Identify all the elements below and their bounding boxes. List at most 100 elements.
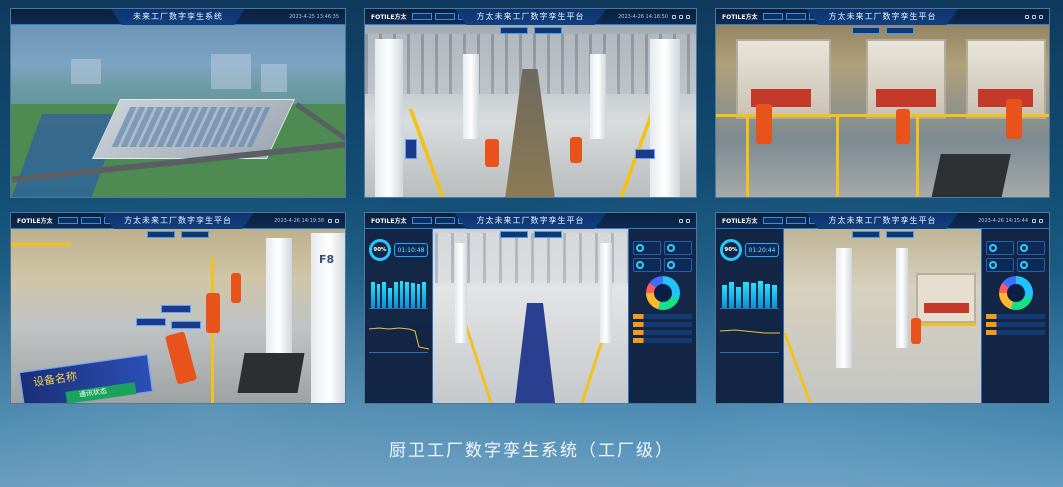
bar-mark xyxy=(376,284,381,308)
close-icon[interactable] xyxy=(686,14,690,19)
brand-logo: FOTILE方太 xyxy=(371,14,407,21)
close-icon[interactable] xyxy=(686,218,690,223)
fullscreen-icon[interactable] xyxy=(1032,14,1036,19)
bar-mark xyxy=(399,280,404,308)
hud-time: 2023-4-26 14:15:44 xyxy=(978,217,1028,224)
nav-tab[interactable] xyxy=(58,217,79,224)
hud-bar: FOTILE方太 方太未来工厂数字孪生平台 xyxy=(716,9,1049,25)
bar-mark xyxy=(722,284,728,308)
settings-icon[interactable] xyxy=(679,218,683,223)
list-item xyxy=(986,330,1045,335)
hud-title: 方太未来工厂数字孪生平台 xyxy=(806,9,959,25)
view-tab[interactable] xyxy=(533,27,562,34)
nav-tab[interactable] xyxy=(412,217,433,224)
view-tab[interactable] xyxy=(147,231,175,238)
kpi-tile xyxy=(1017,241,1045,255)
list-item xyxy=(633,314,692,319)
hud-bar: FOTILE方太 方太未来工厂数字孪生平台 2023-4-26 14:18:50 xyxy=(365,9,696,25)
screenshot-dashboard-workshop: FOTILE方太 方太未来工厂数字孪生平台 2023-4-26 14:15:44… xyxy=(715,212,1050,404)
bar-mark xyxy=(757,280,763,308)
bar-mark xyxy=(382,281,387,308)
bar-mark xyxy=(410,282,415,308)
page-caption: 厨卫工厂数字孪生系统（工厂级） xyxy=(389,441,674,461)
bar-mark xyxy=(416,283,421,308)
bar-mark xyxy=(750,283,756,308)
hud-title: 方太未来工厂数字孪生平台 xyxy=(102,213,254,229)
screenshot-dashboard-line: FOTILE方太 方太未来工厂数字孪生平台 90% 01:10:48 xyxy=(364,212,697,404)
hud-bar: 未来工厂数字孪生系统 2023-4-25 13:46:35 xyxy=(11,9,345,25)
list-item xyxy=(633,322,692,327)
screenshot-production-line: FOTILE方太 方太未来工厂数字孪生平台 2023-4-26 14:18:50 xyxy=(364,8,697,198)
nav-tab[interactable] xyxy=(763,13,784,20)
bar-mark xyxy=(736,286,742,308)
hud-title: 未来工厂数字孪生系统 xyxy=(111,9,245,25)
hud-title: 方太未来工厂数字孪生平台 xyxy=(454,213,607,229)
hud-time: 2023-4-26 14:19:38 xyxy=(274,217,324,224)
close-icon[interactable] xyxy=(1039,14,1043,19)
view-tab[interactable] xyxy=(851,27,880,34)
trend-line-chart xyxy=(368,323,430,353)
screenshot-aerial-factory: 未来工厂数字孪生系统 2023-4-25 13:46:35 xyxy=(10,8,346,198)
screenshot-device-status: F8 设备名称 通讯状态 FOTILE方太 方太未来工厂数字孪生平台 2023-… xyxy=(10,212,346,404)
hud-title: 方太未来工厂数字孪生平台 xyxy=(806,213,959,229)
nav-tab[interactable] xyxy=(786,217,807,224)
list-item xyxy=(986,314,1045,319)
trend-line-chart xyxy=(719,323,780,353)
close-icon[interactable] xyxy=(1039,218,1043,223)
settings-icon[interactable] xyxy=(328,218,332,223)
kpi-tile xyxy=(1017,258,1045,272)
bar-mark xyxy=(771,284,777,308)
bar-mark xyxy=(729,281,735,308)
efficiency-ring: 90% xyxy=(720,239,742,261)
view-tab[interactable] xyxy=(851,231,880,238)
stats-sidebar-right xyxy=(981,229,1049,403)
kpi-tile xyxy=(986,241,1014,255)
settings-icon[interactable] xyxy=(1032,218,1036,223)
bar-mark xyxy=(764,284,770,308)
settings-icon[interactable] xyxy=(672,14,676,19)
kpi-tile xyxy=(633,258,661,272)
view-tab[interactable] xyxy=(885,231,914,238)
view-tab[interactable] xyxy=(499,231,528,238)
view-tab[interactable] xyxy=(181,231,209,238)
kpi-tile xyxy=(664,241,692,255)
stats-sidebar-right xyxy=(628,229,696,403)
stats-sidebar-left: 90% 01:20:44 xyxy=(716,229,784,403)
list-item xyxy=(986,322,1045,327)
hud-bar: FOTILE方太 方太未来工厂数字孪生平台 xyxy=(365,213,696,229)
nav-tab[interactable] xyxy=(763,217,784,224)
stats-sidebar-left: 90% 01:10:48 xyxy=(365,229,433,403)
brand-logo: FOTILE方太 xyxy=(722,14,758,21)
nav-tab[interactable] xyxy=(81,217,102,224)
view-tab[interactable] xyxy=(499,27,528,34)
runtime-timer: 01:20:44 xyxy=(745,243,779,257)
bar-mark xyxy=(743,282,749,308)
bar-mark xyxy=(388,287,392,308)
fullscreen-icon[interactable] xyxy=(679,14,683,19)
list-item xyxy=(633,330,692,335)
kpi-tile xyxy=(986,258,1014,272)
hud-title: 方太未来工厂数字孪生平台 xyxy=(454,9,607,25)
nav-tab[interactable] xyxy=(435,217,456,224)
runtime-timer: 01:10:48 xyxy=(394,243,428,257)
brand-logo: FOTILE方太 xyxy=(722,218,758,225)
view-tab[interactable] xyxy=(885,27,914,34)
distribution-donut xyxy=(645,276,680,310)
kpi-tile xyxy=(633,241,661,255)
output-bar-chart xyxy=(369,275,428,309)
bar-mark xyxy=(393,282,398,308)
bar-mark xyxy=(371,282,375,308)
brand-logo: FOTILE方太 xyxy=(17,218,53,225)
brand-logo: FOTILE方太 xyxy=(371,218,407,225)
screenshot-press-workshop: FOTILE方太 方太未来工厂数字孪生平台 xyxy=(715,8,1050,198)
hud-bar: FOTILE方太 方太未来工厂数字孪生平台 2023-4-26 14:19:38 xyxy=(11,213,345,229)
close-icon[interactable] xyxy=(335,218,339,223)
nav-tab[interactable] xyxy=(412,13,433,20)
bar-mark xyxy=(405,282,409,308)
list-item xyxy=(633,338,692,343)
view-tab[interactable] xyxy=(533,231,562,238)
nav-tab[interactable] xyxy=(786,13,807,20)
settings-icon[interactable] xyxy=(1025,14,1029,19)
kpi-tile xyxy=(664,258,692,272)
nav-tab[interactable] xyxy=(435,13,456,20)
